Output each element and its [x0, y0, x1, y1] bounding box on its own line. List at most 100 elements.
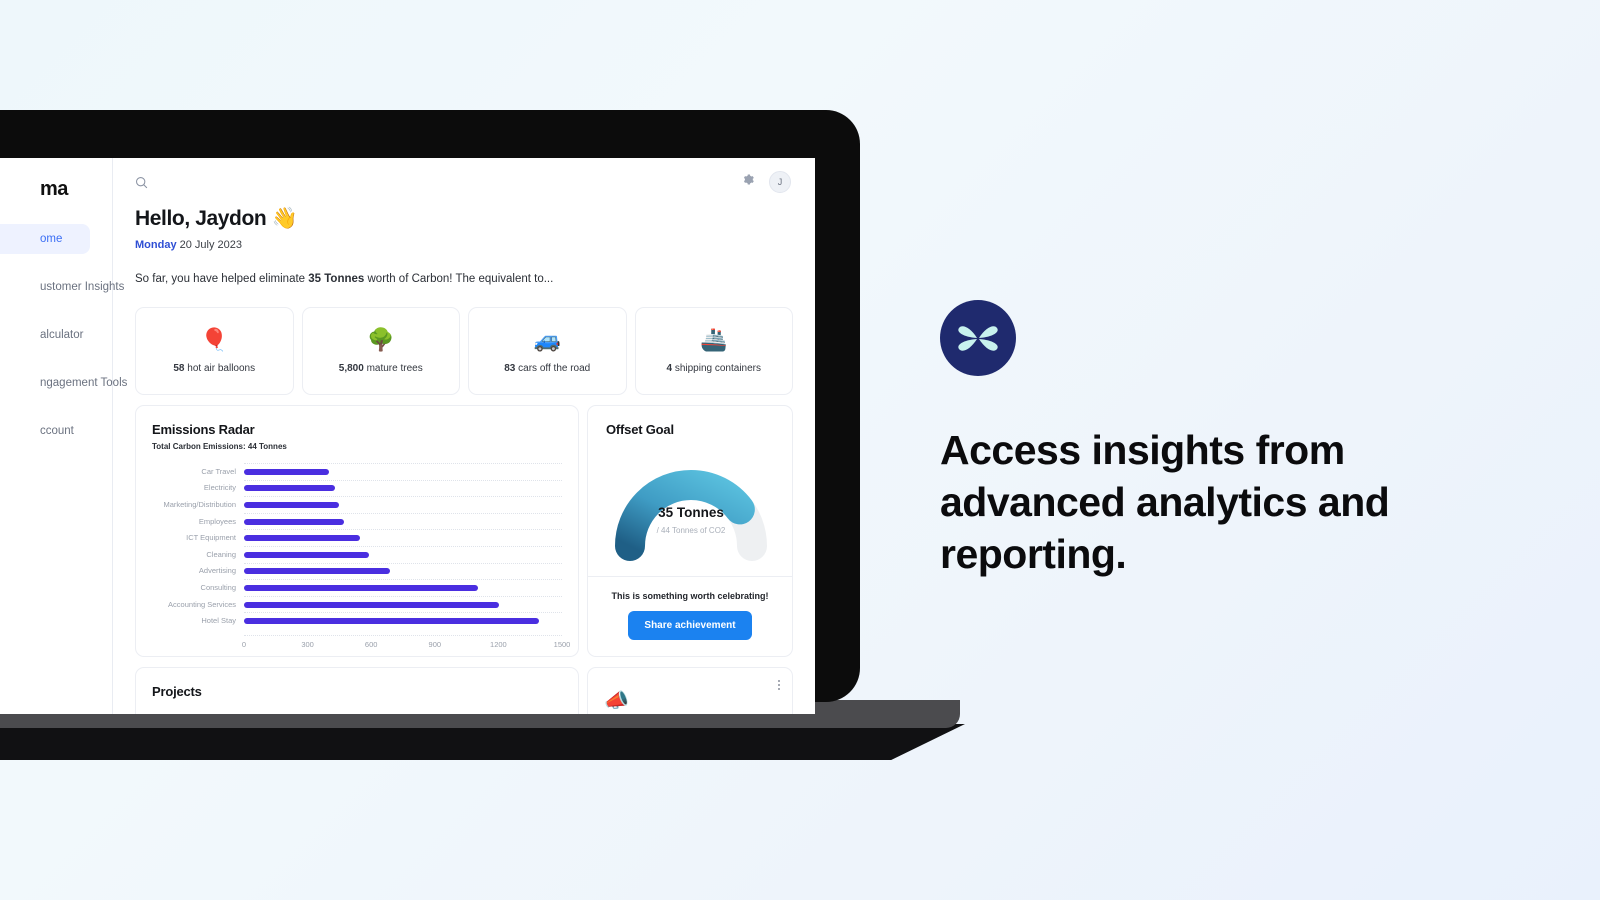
summary-post: worth of Carbon! The equivalent to... [364, 273, 554, 285]
chart-bar-track [244, 512, 562, 530]
chart-bar-track [244, 463, 562, 480]
chart-x-tick: 600 [364, 639, 378, 649]
chart-bar-track [244, 562, 562, 580]
chart-x-tick: 900 [428, 639, 442, 649]
bottom-row: Projects 📣 [135, 667, 793, 714]
chart-x-tick: 1500 [553, 639, 571, 649]
sidebar-item-label: ome [40, 233, 63, 245]
chart-category-label: Electricity [203, 483, 236, 493]
chart-row: Employees [148, 512, 562, 530]
share-achievement-button[interactable]: Share achievement [628, 611, 752, 640]
sidebar-item-customer-insights[interactable]: ustomer Insights [0, 272, 124, 302]
chart-x-tick: 300 [301, 639, 314, 649]
car-icon: 🚙 [533, 326, 561, 352]
offset-goal-top: Offset Goal 35 Tonnes / 44 Tonnes of CO2 [588, 406, 792, 576]
avatar[interactable]: J [769, 171, 791, 193]
marketing-panel: Access insights from advanced analytics … [940, 300, 1500, 580]
equivalence-value: 83 [504, 362, 516, 374]
chart-bar [244, 568, 391, 575]
chart-title: Emissions Radar [152, 422, 255, 437]
chart-category-label: Consulting [200, 582, 236, 592]
chart-category-label: Marketing/Distribution [163, 499, 236, 509]
chart-bar [244, 518, 344, 525]
equivalence-label: 5,800 mature trees [339, 363, 423, 374]
equivalence-unit: cars off the road [515, 362, 591, 374]
chart-row: Marketing/Distribution [148, 496, 562, 513]
chart-bar [244, 618, 539, 625]
butterfly-logo-icon [940, 300, 1016, 376]
gauge-target-label: / 44 Tonnes of CO2 [656, 526, 726, 535]
chart-bar-track [244, 595, 562, 613]
chart-bar [244, 601, 500, 608]
laptop-base-shadow [0, 724, 965, 760]
marketing-headline: Access insights from advanced analytics … [940, 427, 1390, 577]
chart-bar-track [244, 612, 562, 629]
chart-row: Accounting Services [148, 595, 562, 613]
chart-x-tick: 0 [241, 639, 247, 649]
current-date: Monday 20 July 2023 [135, 239, 793, 251]
laptop-screen: ma ome ustomer Insights alculator ngagem… [0, 158, 815, 714]
chart-row: Hotel Stay [148, 612, 562, 629]
gear-icon[interactable] [742, 173, 755, 191]
chart-category-label: Hotel Stay [201, 616, 236, 626]
sidebar-nav: ome ustomer Insights alculator ngagement… [0, 224, 127, 446]
equivalence-card: 🚙 83 cars off the road [468, 307, 627, 395]
offset-goal-card: Offset Goal 35 Tonnes / 44 Tonnes of CO2… [587, 405, 793, 657]
chart-bar [244, 468, 329, 475]
sidebar-item-account[interactable]: ccount [0, 416, 90, 446]
chart-bar [244, 584, 479, 591]
chart-row: Consulting [148, 579, 562, 596]
chart-bar-track [244, 529, 562, 546]
chart-row: Electricity [148, 479, 562, 497]
page-title: Hello, Jaydon 👋 [135, 207, 298, 230]
date-weekday: Monday [135, 239, 177, 251]
sidebar-item-calculator[interactable]: alculator [0, 320, 90, 350]
offset-gauge: 35 Tonnes / 44 Tonnes of CO2 [606, 443, 776, 563]
projects-title: Projects [152, 684, 202, 699]
chart-bar-track [244, 545, 562, 563]
chart-category-label: ICT Equipment [186, 533, 236, 543]
chart-bar-track [244, 479, 562, 497]
sidebar-item-label: ustomer Insights [40, 281, 125, 293]
projects-card: Projects [135, 667, 579, 714]
main-panel: J Hello, Jaydon 👋 Monday 20 July 2023 So… [113, 158, 815, 714]
chart-row: Cleaning [148, 545, 562, 563]
chart-x-ticks: 0 300 600 900 1200 1500 [241, 634, 570, 649]
sidebar-item-label: alculator [40, 329, 84, 341]
summary-text: So far, you have helped eliminate 35 Ton… [135, 273, 793, 285]
equivalence-label: 4 shipping containers [666, 363, 761, 374]
topbar: J [113, 158, 815, 206]
chart-bar [244, 485, 336, 492]
dashboard-app: ma ome ustomer Insights alculator ngagem… [0, 158, 815, 714]
equivalence-label: 83 cars off the road [504, 363, 590, 374]
equivalence-card: 🎈 58 hot air balloons [135, 307, 294, 395]
announcement-card: 📣 [587, 667, 793, 714]
emissions-radar-card: Emissions Radar Total Carbon Emissions: … [135, 405, 579, 657]
chart-bar [244, 535, 360, 542]
brand-logo: ma [40, 178, 68, 200]
megaphone-icon: 📣 [604, 690, 629, 712]
laptop-frame: ma ome ustomer Insights alculator ngagem… [0, 110, 860, 714]
equivalence-unit: shipping containers [672, 362, 761, 374]
sidebar-item-home[interactable]: ome [0, 224, 90, 254]
search-icon[interactable] [135, 176, 148, 189]
equivalence-value: 58 [173, 362, 185, 374]
chart-x-axis: 0 300 600 900 1200 1500 [148, 634, 570, 649]
equivalence-label: 58 hot air balloons [173, 363, 255, 374]
sidebar-item-engagement-tools[interactable]: ngagement Tools [0, 368, 127, 398]
chart-row: ICT Equipment [148, 529, 562, 546]
chart-subtitle: Total Carbon Emissions: 44 Tonnes [152, 442, 287, 451]
summary-amount: 35 Tonnes [308, 273, 365, 285]
shipping-container-icon: 🚢 [700, 326, 728, 352]
date-rest: 20 July 2023 [176, 239, 242, 251]
equivalence-value: 5,800 [338, 362, 364, 374]
chart-bar [244, 501, 340, 508]
avatar-initial: J [777, 177, 783, 187]
chart-bar [244, 551, 370, 558]
chart-category-label: Employees [198, 516, 236, 526]
kebab-menu-icon[interactable] [778, 680, 780, 690]
chart-category-label: Accounting Services [168, 599, 236, 609]
offset-goal-title: Offset Goal [606, 422, 674, 437]
equivalence-card: 🌳 5,800 mature trees [301, 307, 460, 395]
sidebar-item-label: ngagement Tools [40, 377, 128, 389]
